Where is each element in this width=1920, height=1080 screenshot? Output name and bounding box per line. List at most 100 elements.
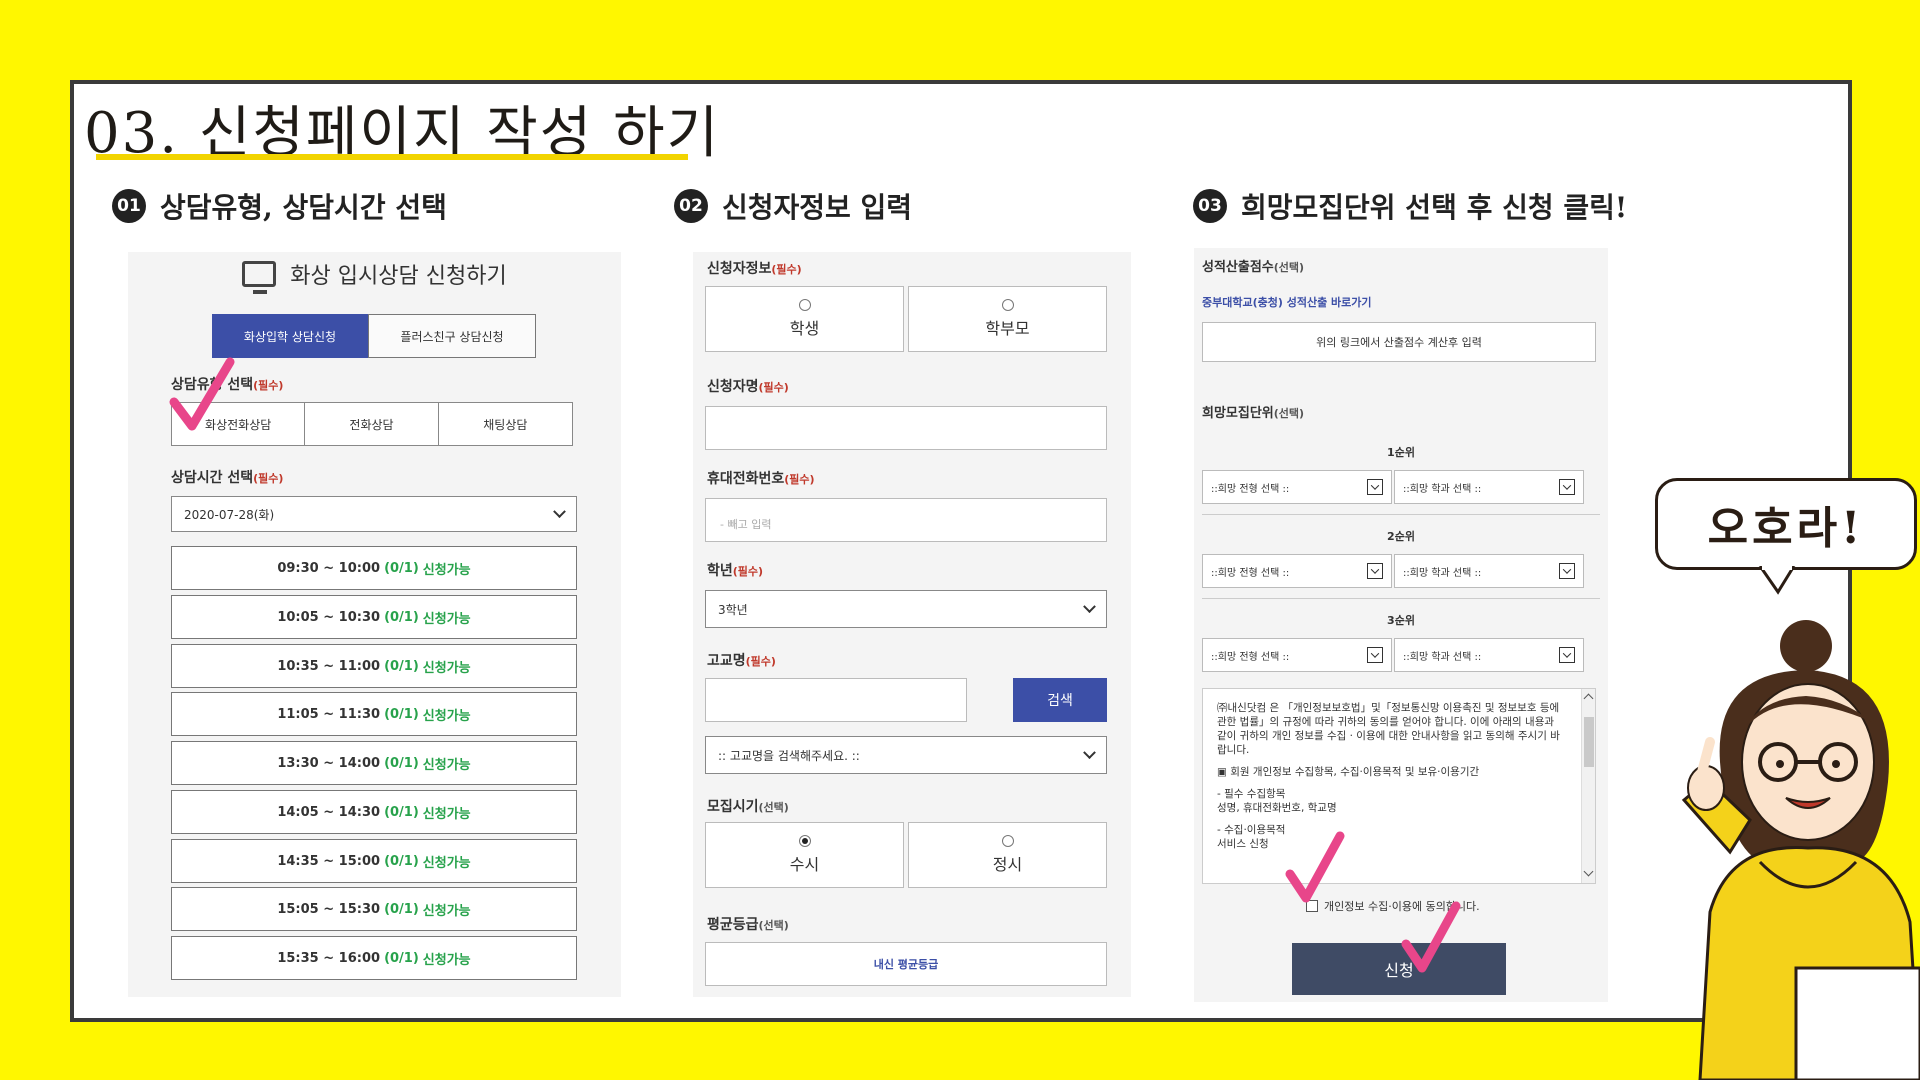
- step-1-number: 01: [112, 189, 146, 223]
- slot-count: (0/1): [384, 901, 419, 917]
- privacy-terms-box[interactable]: ㈜내신닷컴 은 「개인정보보호법」및「정보통신망 이용촉진 및 정보보호 등에 …: [1202, 688, 1596, 884]
- step-1-label: 상담유형, 상담시간 선택: [160, 191, 447, 224]
- check-mark-icon: [169, 357, 235, 431]
- slot-time: 15:35 ~ 16:00: [277, 950, 381, 966]
- slot-time: 11:05 ~ 11:30: [277, 706, 381, 722]
- chevron-down-icon: [553, 504, 566, 518]
- average-grade-button[interactable]: 내신 평균등급: [705, 942, 1107, 986]
- slot-time: 14:35 ~ 15:00: [277, 853, 381, 869]
- grade-select[interactable]: 3학년: [705, 590, 1107, 628]
- time-slot[interactable]: 10:05 ~ 10:30 (0/1) 신청가능: [171, 595, 577, 639]
- terms-paragraph: ▣ 회원 개인정보 수집항목, 수집·이용목적 및 보유·이용기간: [1217, 766, 1480, 778]
- school-label-text: 고교명: [707, 653, 746, 669]
- type-option-phone[interactable]: 전화상담: [305, 403, 439, 445]
- rank-3-dept-select[interactable]: ::희망 학과 선택 ::: [1394, 638, 1584, 672]
- period-option-susi-label: 수시: [789, 855, 820, 874]
- slot-status: 신청가능: [422, 611, 471, 627]
- score-input[interactable]: 위의 링크에서 산출점수 계산후 입력: [1202, 322, 1596, 362]
- check-mark-icon: [1401, 901, 1461, 973]
- tab-video-consult[interactable]: 화상입학 상담신청: [212, 314, 368, 358]
- slot-count: (0/1): [384, 755, 419, 771]
- time-label: 상담시간 선택(필수): [171, 467, 283, 487]
- time-slot[interactable]: 10:35 ~ 11:00 (0/1) 신청가능: [171, 644, 577, 688]
- period-label-text: 모집시기: [707, 799, 759, 815]
- slot-status: 신청가능: [422, 855, 471, 871]
- score-label: 성적산출점수(선택): [1202, 256, 1304, 275]
- period-label: 모집시기(선택): [707, 796, 789, 816]
- time-slot[interactable]: 15:05 ~ 15:30 (0/1) 신청가능: [171, 887, 577, 931]
- rank-3-type-select[interactable]: ::희망 전형 선택 ::: [1202, 638, 1392, 672]
- score-label-text: 성적산출점수: [1202, 260, 1274, 275]
- average-optional: (선택): [758, 919, 789, 932]
- tab-plusfriend-consult[interactable]: 플러스친구 상담신청: [368, 314, 536, 358]
- rank-3-type-value: ::희망 전형 선택 ::: [1211, 651, 1290, 663]
- radio-icon: [798, 299, 811, 311]
- applicant-option-student-label: 학생: [789, 319, 820, 338]
- time-slot[interactable]: 14:05 ~ 14:30 (0/1) 신청가능: [171, 790, 577, 834]
- slot-status: 신청가능: [422, 903, 471, 919]
- terms-scrollbar[interactable]: [1581, 689, 1595, 883]
- slot-status: 신청가능: [422, 757, 471, 773]
- average-label: 평균등급(선택): [707, 914, 789, 934]
- slot-status: 신청가능: [422, 562, 471, 578]
- name-label: 신청자명(필수): [707, 376, 789, 396]
- time-slot[interactable]: 09:30 ~ 10:00 (0/1) 신청가능: [171, 546, 577, 590]
- slot-count: (0/1): [384, 950, 419, 966]
- time-required: (필수): [253, 472, 284, 485]
- rank-3-label: 3순위: [1387, 614, 1415, 627]
- grade-select-value: 3학년: [718, 602, 748, 617]
- period-option-susi[interactable]: 수시: [705, 822, 904, 888]
- rank-2-type-select[interactable]: ::희망 전형 선택 ::: [1202, 554, 1392, 588]
- step-1: 01 상담유형, 상담시간 선택: [112, 186, 447, 226]
- time-slot[interactable]: 14:35 ~ 15:00 (0/1) 신청가능: [171, 839, 577, 883]
- time-slot[interactable]: 11:05 ~ 11:30 (0/1) 신청가능: [171, 692, 577, 736]
- time-slot[interactable]: 15:35 ~ 16:00 (0/1) 신청가능: [171, 936, 577, 980]
- score-hint: 위의 링크에서 산출점수 계산후 입력: [1316, 336, 1482, 349]
- terms-line: 성명, 휴대전화번호, 학교명: [1217, 802, 1337, 814]
- rank-1-type-value: ::희망 전형 선택 ::: [1211, 483, 1290, 495]
- terms-line: - 필수 수집항목: [1217, 788, 1286, 800]
- slot-time: 10:05 ~ 10:30: [277, 609, 381, 625]
- terms-line: 서비스 신청: [1217, 838, 1269, 850]
- date-select[interactable]: 2020-07-28(화): [171, 496, 577, 532]
- title-underline: [96, 154, 688, 160]
- scrollbar-thumb[interactable]: [1584, 717, 1594, 767]
- chevron-down-icon: [1083, 599, 1096, 613]
- rank-2-label: 2순위: [1387, 530, 1415, 543]
- radio-selected-icon: [798, 835, 811, 847]
- chevron-down-icon: [1367, 479, 1383, 495]
- slot-time: 15:05 ~ 15:30: [277, 901, 381, 917]
- scroll-down-icon[interactable]: [1583, 866, 1594, 877]
- slot-status: 신청가능: [422, 806, 471, 822]
- step-3-label: 희망모집단위 선택 후 신청 클릭!: [1241, 191, 1628, 224]
- type-required: (필수): [253, 379, 284, 392]
- grade-label-text: 학년: [707, 563, 733, 579]
- check-mark-icon: [1285, 831, 1345, 903]
- rank-2-dept-select[interactable]: ::희망 학과 선택 ::: [1394, 554, 1584, 588]
- slot-count: (0/1): [384, 706, 419, 722]
- school-select[interactable]: :: 고교명을 검색해주세요. ::: [705, 736, 1107, 774]
- average-label-text: 평균등급: [707, 917, 759, 933]
- applicant-option-parent[interactable]: 학부모: [908, 286, 1107, 352]
- school-select-value: :: 고교명을 검색해주세요. ::: [718, 748, 860, 763]
- scroll-up-icon[interactable]: [1583, 693, 1594, 704]
- score-link[interactable]: 중부대학교(충청) 성적산출 바로가기: [1202, 294, 1372, 310]
- type-option-chat[interactable]: 채팅상담: [439, 403, 572, 445]
- applicant-required: (필수): [771, 263, 802, 276]
- school-search-button[interactable]: 검색: [1013, 678, 1107, 722]
- time-slot[interactable]: 13:30 ~ 14:00 (0/1) 신청가능: [171, 741, 577, 785]
- school-input[interactable]: [705, 678, 967, 722]
- consult-header-title: 화상 입시상담 신청하기: [290, 264, 507, 289]
- chevron-down-icon: [1559, 647, 1575, 663]
- phone-input[interactable]: - 빼고 입력: [705, 498, 1107, 542]
- applicant-option-student[interactable]: 학생: [705, 286, 904, 352]
- slot-count: (0/1): [384, 853, 419, 869]
- rank-1-type-select[interactable]: ::희망 전형 선택 ::: [1202, 470, 1392, 504]
- period-option-jeongsi[interactable]: 정시: [908, 822, 1107, 888]
- submit-button[interactable]: 신청: [1292, 943, 1506, 995]
- rank-1-dept-select[interactable]: ::희망 학과 선택 ::: [1394, 470, 1584, 504]
- rank-1-label: 1순위: [1387, 446, 1415, 459]
- chevron-down-icon: [1367, 563, 1383, 579]
- phone-required: (필수): [784, 473, 815, 486]
- name-input[interactable]: [705, 406, 1107, 450]
